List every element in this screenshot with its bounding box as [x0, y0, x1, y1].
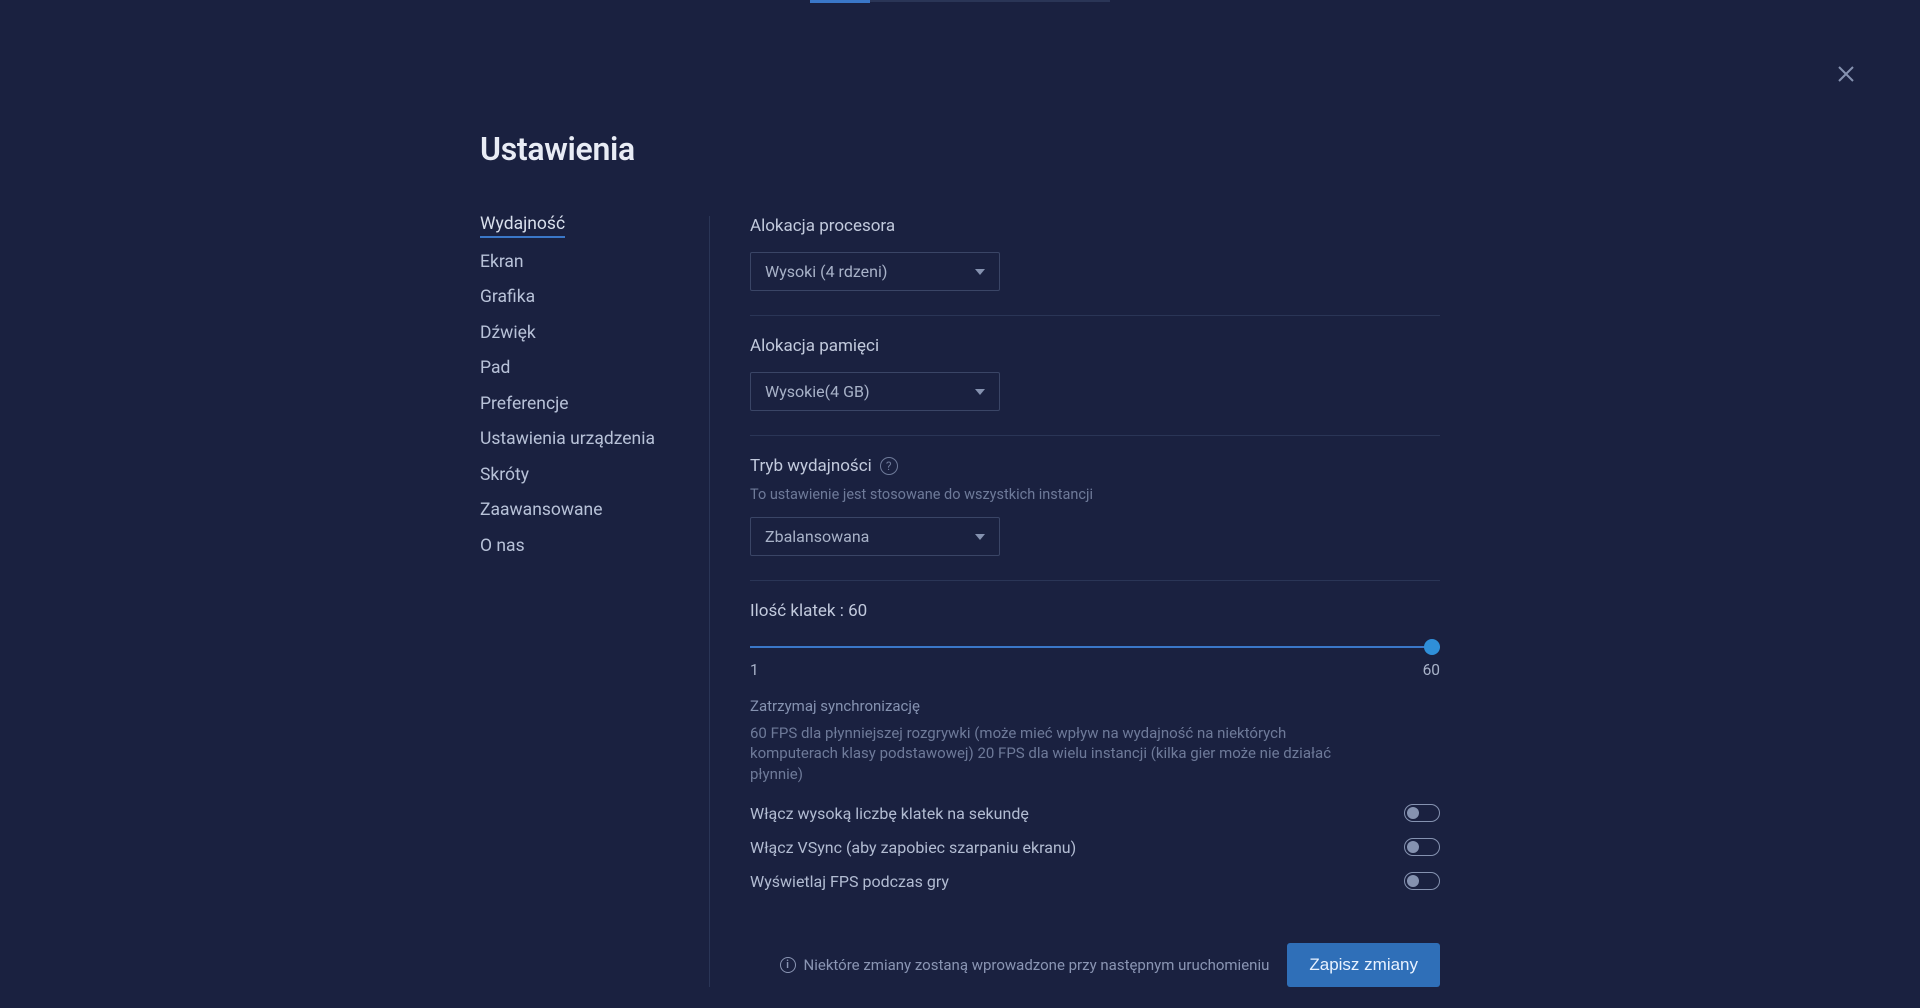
top-border: [870, 0, 1110, 2]
sidebar-item-display[interactable]: Ekran: [480, 254, 524, 290]
sidebar-item-performance[interactable]: Wydajność: [480, 216, 565, 238]
sidebar-item-graphics[interactable]: Grafika: [480, 289, 535, 325]
memory-allocation-value: Wysokie(4 GB): [765, 382, 870, 401]
sidebar-item-about[interactable]: O nas: [480, 538, 525, 574]
performance-mode-sublabel: To ustawienie jest stosowane do wszystki…: [750, 486, 1440, 503]
info-icon: i: [780, 957, 796, 973]
sidebar-item-shortcuts[interactable]: Skróty: [480, 467, 529, 503]
memory-allocation-select[interactable]: Wysokie(4 GB): [750, 372, 1000, 411]
slider-track: [750, 646, 1440, 648]
sidebar-item-gamepad[interactable]: Pad: [480, 360, 510, 396]
chevron-down-icon: [975, 389, 985, 395]
performance-mode-label: Tryb wydajności ?: [750, 456, 1440, 476]
vsync-label: Włącz VSync (aby zapobiec szarpaniu ekra…: [750, 838, 1076, 857]
cpu-allocation-select[interactable]: Wysoki (4 rdzeni): [750, 252, 1000, 291]
show-fps-label: Wyświetlaj FPS podczas gry: [750, 872, 949, 891]
sidebar-item-advanced[interactable]: Zaawansowane: [480, 502, 602, 538]
cpu-allocation-value: Wysoki (4 rdzeni): [765, 262, 887, 281]
sidebar-item-sound[interactable]: Dźwięk: [480, 325, 536, 361]
content-panel: Alokacja procesora Wysoki (4 rdzeni) Alo…: [710, 216, 1440, 987]
cpu-allocation-label: Alokacja procesora: [750, 216, 1440, 236]
slider-thumb[interactable]: [1424, 639, 1440, 655]
chevron-down-icon: [975, 534, 985, 540]
footer-info: i Niektóre zmiany zostaną wprowadzone pr…: [780, 956, 1270, 974]
fps-slider[interactable]: [750, 637, 1440, 657]
performance-mode-select[interactable]: Zbalansowana: [750, 517, 1000, 556]
fps-max: 60: [1423, 661, 1440, 679]
close-button[interactable]: [1834, 62, 1858, 86]
fps-min: 1: [750, 661, 759, 679]
vsync-toggle[interactable]: [1404, 838, 1440, 856]
sidebar-item-preferences[interactable]: Preferencje: [480, 396, 569, 432]
chevron-down-icon: [975, 269, 985, 275]
high-fps-label: Włącz wysoką liczbę klatek na sekundę: [750, 804, 1029, 823]
top-tab-accent: [810, 0, 870, 3]
fps-description: 60 FPS dla płynniejszej rozgrywki (może …: [750, 723, 1350, 784]
sync-title: Zatrzymaj synchronizację: [750, 697, 1440, 715]
page-title: Ustawienia: [480, 130, 1440, 168]
show-fps-toggle[interactable]: [1404, 872, 1440, 890]
settings-sidebar: Wydajność Ekran Grafika Dźwięk Pad Prefe…: [480, 216, 710, 987]
high-fps-toggle[interactable]: [1404, 804, 1440, 822]
memory-allocation-label: Alokacja pamięci: [750, 336, 1440, 356]
sidebar-item-device[interactable]: Ustawienia urządzenia: [480, 431, 655, 467]
help-icon[interactable]: ?: [880, 457, 898, 475]
fps-label: Ilość klatek : 60: [750, 601, 1440, 621]
performance-mode-value: Zbalansowana: [765, 527, 869, 546]
save-button[interactable]: Zapisz zmiany: [1287, 943, 1440, 987]
